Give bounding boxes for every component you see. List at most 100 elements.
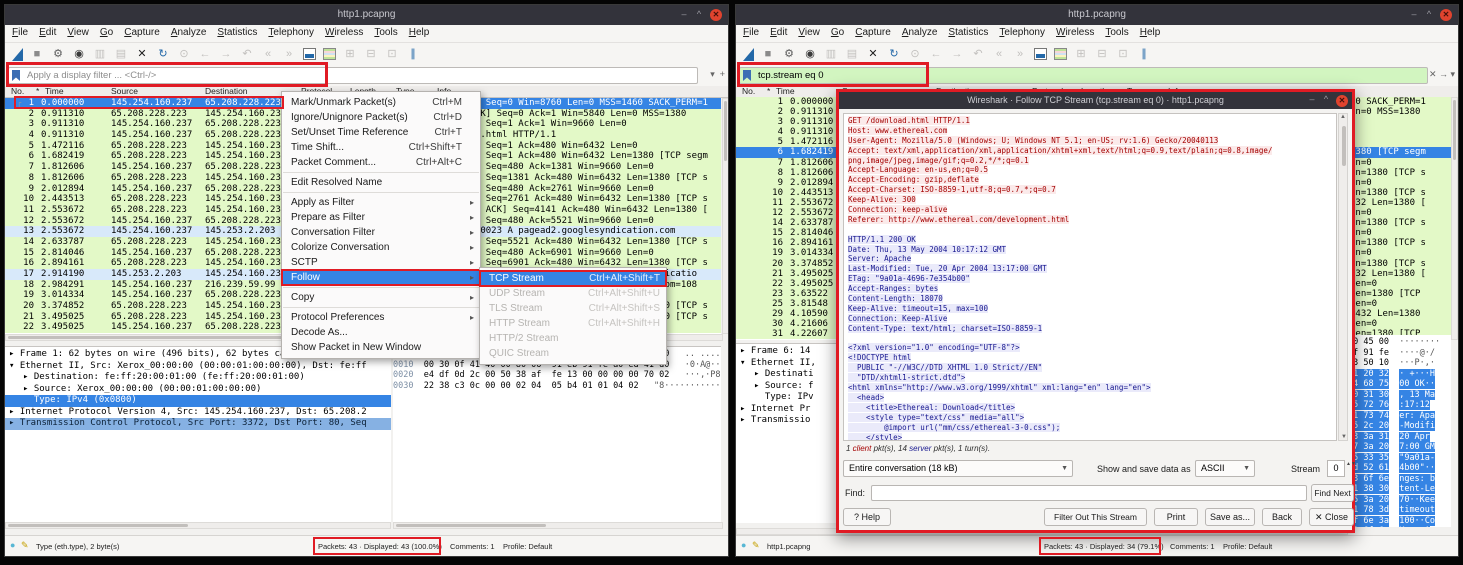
close-capture-icon[interactable]: ✕ [866, 47, 880, 61]
context-menu-item-set-unset-time-reference[interactable]: Set/Unset Time Reference Ctrl+T [282, 125, 480, 140]
menu-go[interactable]: Go [831, 27, 844, 42]
dialog-minimize-button[interactable]: – [1306, 94, 1318, 106]
column-header-[interactable]: * [767, 86, 770, 96]
menu-wireless[interactable]: Wireless [1056, 27, 1094, 42]
menu-edit[interactable]: Edit [770, 27, 787, 42]
horizontal-scrollbar[interactable] [393, 522, 723, 529]
hex-row[interactable]: 54 68 75 00 OK·· [1348, 379, 1451, 390]
column-header-time[interactable]: Time [45, 86, 64, 96]
find-input[interactable] [871, 485, 1307, 501]
dialog-maximize-button[interactable]: ^ [1320, 94, 1332, 106]
detail-line[interactable]: Type: IPv4 (0x0800) [5, 395, 391, 407]
status-profile[interactable]: Profile: Default [1223, 542, 1272, 551]
hex-row[interactable]: 61 73 74 er: Apa [1348, 410, 1451, 422]
column-header-time[interactable]: Time [776, 86, 795, 96]
column-header-[interactable]: * [36, 86, 39, 96]
hex-row[interactable]: 31 38 30 tent-Le [1348, 484, 1451, 495]
menu-statistics[interactable]: Statistics [948, 27, 988, 42]
go-back-icon[interactable]: ← [929, 47, 943, 61]
print-button[interactable]: Print [1154, 508, 1198, 526]
close-dialog-button[interactable]: ✕ Close [1309, 508, 1354, 526]
submenu-item-http-2-stream[interactable]: HTTP/2 Stream [480, 331, 666, 346]
menu-analyze[interactable]: Analyze [902, 27, 938, 42]
submenu-item-tcp-stream[interactable]: TCP Stream Ctrl+Alt+Shift+T [479, 270, 667, 287]
hex-row[interactable]: 0030 22 38 c3 0c 00 00 02 04 05 b4 01 01… [393, 381, 721, 392]
context-menu-item-ignore-unignore-packet-s-[interactable]: Ignore/Unignore Packet(s) Ctrl+D [282, 110, 480, 125]
open-file-icon[interactable]: ▥ [824, 47, 838, 61]
reload-icon[interactable]: ↻ [156, 47, 170, 61]
hex-row[interactable]: 0020 e4 df 0d 2c 00 50 38 af fe 13 00 00… [393, 370, 721, 381]
stream-spinner-arrows[interactable]: ▲▼ [1346, 460, 1356, 477]
zoom-out-icon[interactable]: ⊟ [1095, 47, 1109, 61]
menu-capture[interactable]: Capture [855, 27, 891, 42]
expert-info-icon[interactable]: ● [741, 540, 746, 550]
menu-capture[interactable]: Capture [124, 27, 160, 42]
menu-view[interactable]: View [67, 27, 89, 42]
context-menu-item-prepare-as-filter[interactable]: Prepare as Filter ▸ [282, 210, 480, 225]
go-jump-icon[interactable]: ↶ [240, 47, 254, 61]
detail-line[interactable]: ▸ Source: Xerox_00:00:00 (00:00:01:00:00… [5, 384, 391, 396]
maximize-button[interactable]: ^ [693, 9, 705, 21]
hex-row[interactable]: 67 3a 20 7:00 GM [1348, 442, 1451, 453]
zoom-in-icon[interactable]: ⊞ [1074, 47, 1088, 61]
zoom-reset-icon[interactable]: ⊡ [385, 47, 399, 61]
submenu-item-quic-stream[interactable]: QUIC Stream [480, 346, 666, 361]
capture-restart-icon[interactable]: ◉ [803, 47, 817, 61]
scrollbar-thumb[interactable] [1453, 100, 1456, 160]
capture-restart-icon[interactable]: ◉ [72, 47, 86, 61]
detail-line[interactable]: ▸ Internet Protocol Version 4, Src: 145.… [5, 407, 391, 419]
close-capture-icon[interactable]: ✕ [135, 47, 149, 61]
menu-edit[interactable]: Edit [39, 27, 56, 42]
capture-comment-icon[interactable]: ✎ [21, 540, 29, 551]
capture-start-icon[interactable] [12, 47, 23, 61]
column-header-source[interactable]: Source [111, 86, 138, 96]
menu-file[interactable]: File [12, 27, 28, 42]
context-menu-item-sctp[interactable]: SCTP ▸ [282, 255, 480, 270]
capture-comment-icon[interactable]: ✎ [752, 540, 760, 551]
detail-line[interactable]: ▸ Destination: fe:ff:20:00:01:00 (fe:ff:… [5, 372, 391, 384]
colorize-packets-icon[interactable] [1054, 48, 1067, 60]
context-menu-item-copy[interactable]: Copy ▸ [282, 290, 480, 305]
menu-statistics[interactable]: Statistics [217, 27, 257, 42]
context-menu-item-apply-as-filter[interactable]: Apply as Filter ▸ [282, 195, 480, 210]
go-forward-icon[interactable]: → [950, 47, 964, 61]
submenu-item-tls-stream[interactable]: TLS Stream Ctrl+Alt+Shift+S [480, 301, 666, 316]
hex-row[interactable]: 31 20 32 · +···H [1348, 368, 1451, 380]
context-menu-item-conversation-filter[interactable]: Conversation Filter ▸ [282, 225, 480, 240]
menu-view[interactable]: View [798, 27, 820, 42]
zoom-reset-icon[interactable]: ⊡ [1116, 47, 1130, 61]
context-menu-item-packet-comment-[interactable]: Packet Comment... Ctrl+Alt+C [282, 155, 480, 170]
hex-row[interactable]: 6f 6e 3a 100··Co [1348, 515, 1451, 527]
menu-tools[interactable]: Tools [1105, 27, 1128, 42]
hex-row[interactable]: 2d 52 61 4b00"·· [1348, 463, 1451, 474]
find-next-button[interactable]: Find Next [1311, 484, 1354, 502]
save-file-icon[interactable]: ▤ [114, 47, 128, 61]
conversation-combo[interactable]: Entire conversation (18 kB) ▼ [843, 460, 1073, 477]
go-last-icon[interactable]: » [1013, 47, 1027, 61]
hex-row[interactable]: 00 45 00 ········ [1348, 337, 1451, 348]
context-menu-item-show-packet-in-new-window[interactable]: Show Packet in New Window [282, 340, 480, 355]
find-packet-icon[interactable]: ⊙ [177, 47, 191, 61]
help-button[interactable]: ? Help [843, 508, 891, 526]
scrollbar-thumb[interactable] [8, 524, 188, 527]
hex-row[interactable]: 43 6f 6e nges: b [1348, 473, 1451, 485]
find-packet-icon[interactable]: ⊙ [908, 47, 922, 61]
context-menu-item-mark-unmark-packet-s-[interactable]: Mark/Unmark Packet(s) Ctrl+M [282, 95, 480, 110]
context-menu-item-time-shift-[interactable]: Time Shift... Ctrl+Shift+T [282, 140, 480, 155]
go-back-icon[interactable]: ← [198, 47, 212, 61]
scrollbar-thumb[interactable] [724, 101, 727, 161]
go-last-icon[interactable]: » [282, 47, 296, 61]
save-file-icon[interactable]: ▤ [845, 47, 859, 61]
autoscroll-icon[interactable] [1034, 48, 1047, 60]
column-header-destination[interactable]: Destination [205, 86, 248, 96]
menu-tools[interactable]: Tools [374, 27, 397, 42]
hex-row[interactable]: f3 50 10 ···P·,· [1348, 358, 1451, 369]
menu-analyze[interactable]: Analyze [171, 27, 207, 42]
submenu-item-http-stream[interactable]: HTTP Stream Ctrl+Alt+Shift+H [480, 316, 666, 331]
open-file-icon[interactable]: ▥ [93, 47, 107, 61]
filter-bar-buttons[interactable]: ▾ + [710, 69, 725, 80]
capture-stop-icon[interactable]: ■ [30, 47, 44, 61]
vertical-scrollbar[interactable] [1451, 97, 1458, 340]
hex-row[interactable]: 43 6f 6e Keep-A [1348, 526, 1451, 527]
capture-start-icon[interactable] [743, 47, 754, 61]
